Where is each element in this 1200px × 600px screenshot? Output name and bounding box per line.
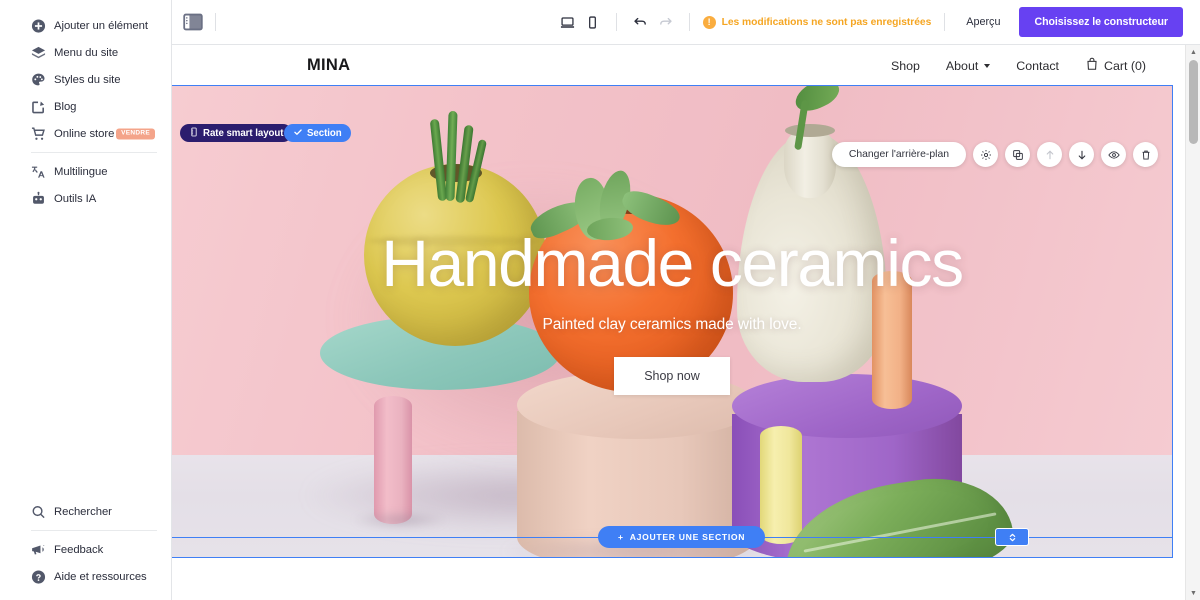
canvas-scrollbar[interactable]: ▲ ▼ (1185, 45, 1200, 600)
sidebar-divider (31, 530, 157, 531)
preview-button[interactable]: Aperçu (956, 11, 1010, 33)
sidebar-secondary-group: Rechercher Feedback Aide et ressources (0, 498, 171, 600)
left-sidebar: Ajouter un élément Menu du site Styles d… (0, 0, 172, 600)
change-background-button[interactable]: Changer l'arrière-plan (831, 142, 966, 167)
warning-icon: ! (702, 15, 716, 29)
sidebar-primary-group: Ajouter un élément Menu du site Styles d… (0, 0, 171, 212)
sidebar-item-help-resources[interactable]: Aide et ressources (0, 563, 171, 590)
shop-now-button[interactable]: Shop now (614, 357, 730, 395)
editor-toolbar: ! Les modifications ne sont pas enregist… (172, 0, 1200, 45)
layers-icon (31, 45, 46, 60)
nav-item-label: Shop (890, 58, 920, 73)
section-chip[interactable]: Section (284, 124, 351, 142)
plus-circle-icon (31, 18, 46, 33)
sidebar-item-label: Outils IA (54, 192, 97, 205)
sidebar-item-search[interactable]: Rechercher (0, 498, 171, 525)
help-circle-icon (31, 569, 46, 584)
search-icon (31, 504, 46, 519)
mobile-icon[interactable] (580, 10, 605, 35)
cart-label: Cart (0) (1104, 58, 1146, 73)
undo-icon[interactable] (628, 10, 653, 35)
section-action-toolbar: Changer l'arrière-plan (831, 142, 1158, 167)
editor-canvas: MINA Shop About Contact Cart (0) Handmad… (172, 45, 1200, 600)
scroll-down-arrow[interactable]: ▼ (1186, 586, 1200, 600)
chevron-down-icon (984, 63, 991, 68)
sidebar-item-site-styles[interactable]: Styles du site (0, 66, 171, 93)
hero-subtitle[interactable]: Painted clay ceramics made with love. (542, 316, 801, 334)
nav-item-about[interactable]: About (945, 58, 991, 73)
settings-icon[interactable] (973, 142, 998, 167)
megaphone-icon (31, 542, 46, 557)
rate-smart-layout-chip[interactable]: Rate smart layout (180, 124, 293, 142)
toolbar-divider (944, 13, 946, 31)
move-down-icon[interactable] (1069, 142, 1094, 167)
sidebar-item-label: Rechercher (54, 505, 112, 518)
delete-trash-icon[interactable] (1133, 142, 1158, 167)
ruler-icon (189, 127, 199, 140)
choose-builder-button[interactable]: Choisissez le constructeur (1019, 7, 1183, 37)
sidebar-divider (31, 152, 157, 153)
unsaved-changes-text: Les modifications ne sont pas enregistré… (721, 16, 932, 28)
site-navigation: Shop About Contact Cart (0) (891, 57, 1146, 74)
sidebar-item-site-menu[interactable]: Menu du site (0, 39, 171, 66)
toolbar-divider (215, 13, 216, 31)
site-header: MINA Shop About Contact Cart (0) (172, 45, 1172, 86)
add-section-button[interactable]: + AJOUTER UNE SECTION (598, 526, 766, 548)
check-icon (293, 127, 303, 140)
sidebar-item-ai-tools[interactable]: Outils IA (0, 185, 171, 212)
sidebar-item-feedback[interactable]: Feedback (0, 536, 171, 563)
sidebar-item-label: Menu du site (54, 46, 119, 59)
add-section-label: AJOUTER UNE SECTION (629, 532, 746, 542)
unsaved-changes-status: ! Les modifications ne sont pas enregist… (702, 15, 932, 29)
sidebar-item-label: Aide et ressources (54, 570, 147, 583)
plus-icon: + (618, 532, 624, 542)
scroll-up-arrow[interactable]: ▲ (1186, 45, 1200, 59)
toolbar-divider (688, 13, 690, 31)
section-chip-label: Section (307, 127, 342, 139)
sidebar-item-online-store[interactable]: Online store VENDRE (0, 120, 171, 147)
sidebar-item-blog[interactable]: Blog (0, 93, 171, 120)
site-logo[interactable]: MINA (307, 56, 350, 75)
sidebar-item-add-element[interactable]: Ajouter un élément (0, 12, 171, 39)
sidebar-item-label: Online store (54, 127, 115, 140)
status-badge-sell: VENDRE (116, 128, 155, 139)
move-up-icon[interactable] (1037, 142, 1062, 167)
bag-icon (1085, 57, 1099, 74)
nav-item-contact[interactable]: Contact (1016, 59, 1059, 73)
sidebar-item-label: Blog (54, 100, 77, 113)
sidebar-item-label: Ajouter un élément (54, 19, 148, 32)
shopping-cart-icon (31, 126, 46, 141)
duplicate-icon[interactable] (1005, 142, 1030, 167)
nav-item-label: Contact (1016, 58, 1059, 73)
sidebar-item-label: Feedback (54, 543, 104, 556)
toolbar-divider (615, 13, 617, 31)
edit-square-icon (31, 99, 46, 114)
hide-eye-icon[interactable] (1101, 142, 1126, 167)
scrollbar-thumb[interactable] (1189, 60, 1198, 144)
nav-item-shop[interactable]: Shop (891, 59, 920, 73)
desktop-icon[interactable] (555, 10, 580, 35)
palette-icon (31, 72, 46, 87)
sidebar-item-multilingual[interactable]: Multilingue (0, 158, 171, 185)
translate-icon (31, 164, 46, 179)
sidebar-panel-icon[interactable] (182, 11, 204, 33)
robot-icon (31, 191, 46, 206)
rate-smart-layout-label: Rate smart layout (203, 127, 284, 139)
redo-icon[interactable] (653, 10, 678, 35)
nav-item-label: About (945, 58, 979, 73)
hero-section[interactable]: Handmade ceramics Painted clay ceramics … (172, 85, 1173, 558)
hero-title[interactable]: Handmade ceramics (381, 230, 964, 296)
nav-item-cart[interactable]: Cart (0) (1085, 57, 1146, 74)
section-resize-handle[interactable] (995, 528, 1029, 546)
sidebar-item-label: Multilingue (54, 165, 108, 178)
sidebar-item-label: Styles du site (54, 73, 121, 86)
